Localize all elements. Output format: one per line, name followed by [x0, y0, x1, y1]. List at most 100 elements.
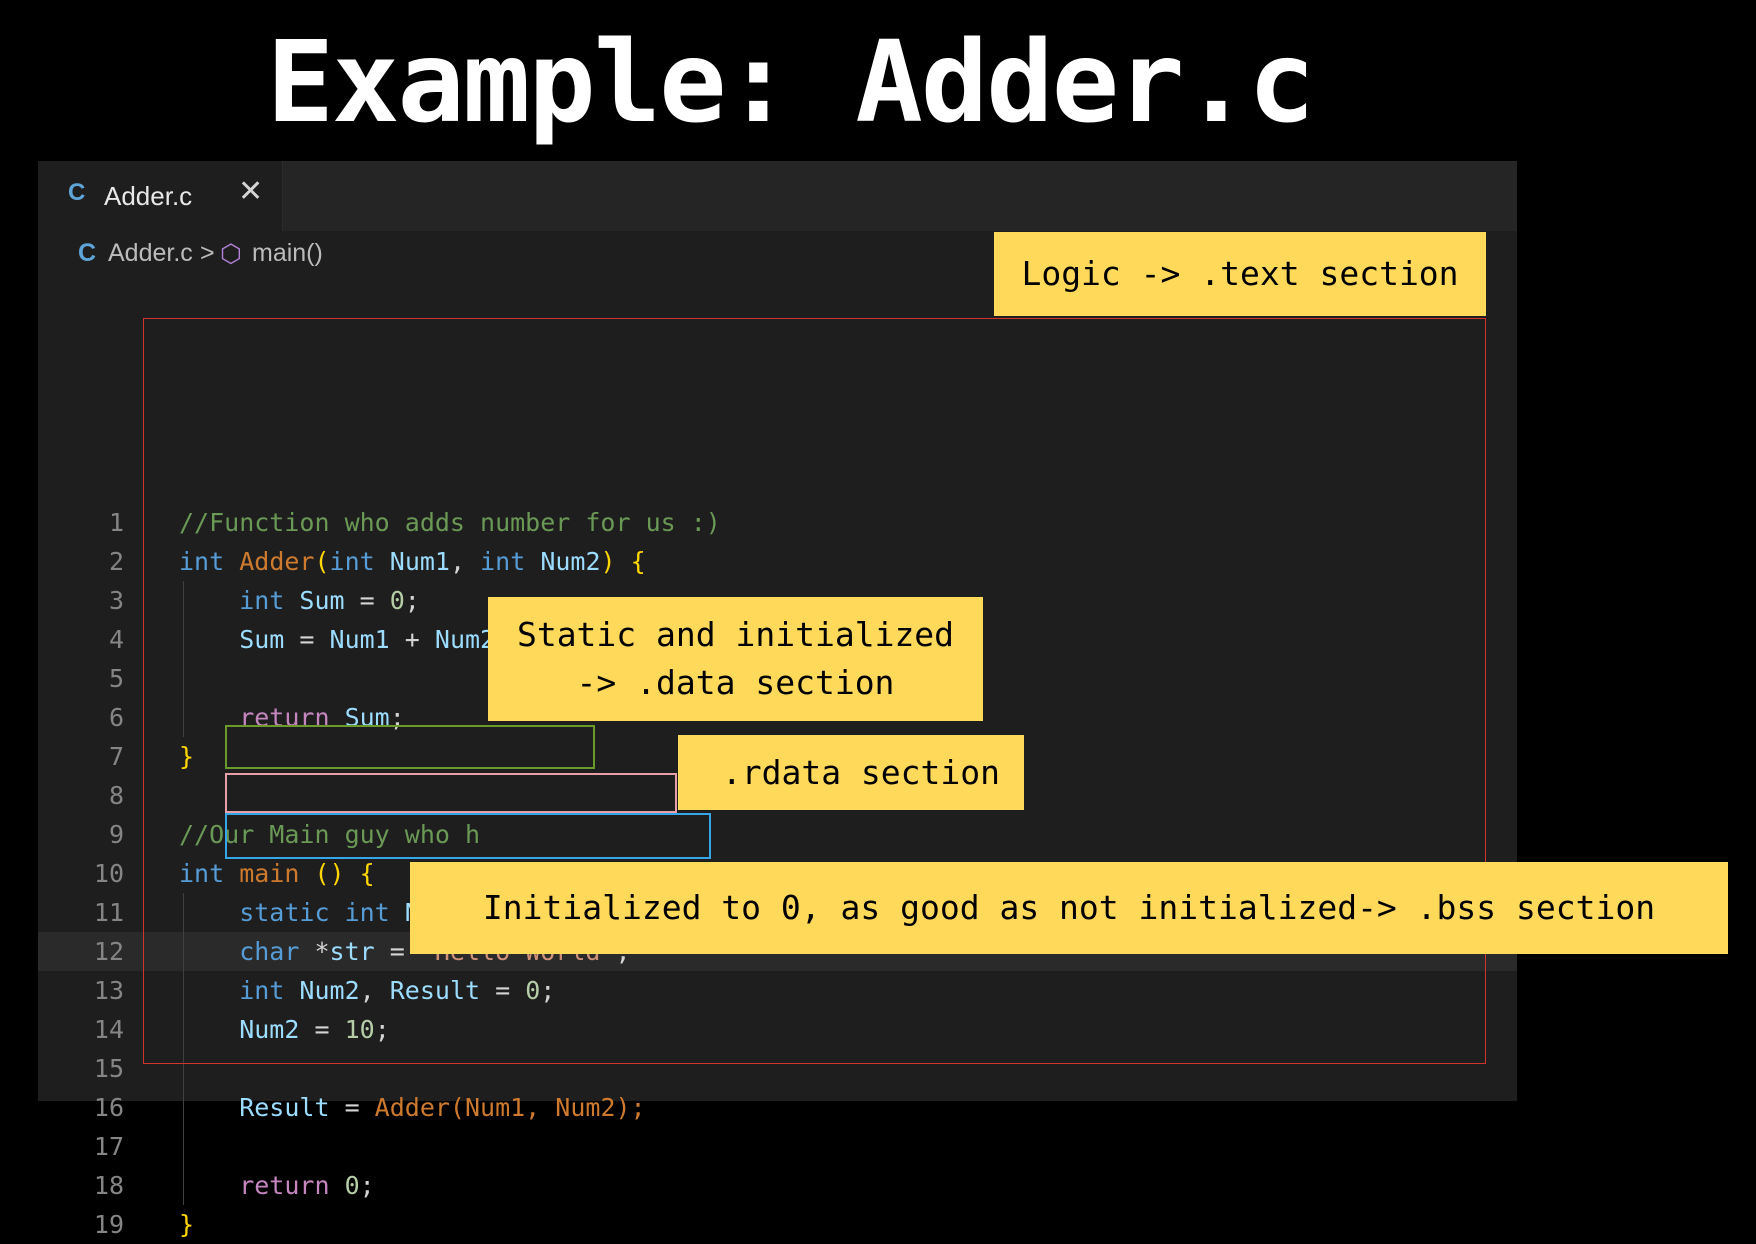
code-line[interactable]: 18 return 0; — [38, 1166, 1517, 1205]
code-token: = — [480, 976, 526, 1005]
code-token: 0 — [389, 586, 405, 615]
line-number: 12 — [93, 937, 124, 966]
code-token: = — [344, 586, 390, 615]
code-token: Adder(Num1, Num2); — [374, 1093, 646, 1122]
slide-title: Example: Adder.c — [266, 18, 1316, 148]
code-line[interactable]: 15 — [38, 1049, 1517, 1088]
code-token: Num2 — [299, 976, 360, 1005]
code-line[interactable]: 13 int Num2, Result = 0; — [38, 971, 1517, 1010]
code-token: , — [449, 547, 481, 576]
code-token: main — [239, 859, 300, 888]
line-code: int main () { — [179, 854, 375, 893]
code-line[interactable]: 9 //Our Main guy who h — [38, 815, 1517, 854]
line-number: 19 — [93, 1210, 124, 1239]
line-number: 6 — [108, 703, 124, 732]
tab-label: Adder.c — [104, 181, 193, 211]
line-number: 7 — [108, 742, 124, 771]
code-token: Num1 — [329, 625, 390, 654]
line-number: 4 — [108, 625, 124, 654]
line-number: 15 — [93, 1054, 124, 1083]
line-code: return 0; — [179, 1166, 375, 1205]
code-token: return — [179, 1171, 345, 1200]
code-token: int — [179, 586, 300, 615]
line-number: 10 — [93, 859, 124, 888]
line-number: 18 — [93, 1171, 124, 1200]
code-token: = — [329, 1093, 375, 1122]
line-code: return Sum; — [179, 698, 405, 737]
code-token: 0 — [344, 1171, 360, 1200]
line-code: //Function who adds number for us :) — [179, 503, 721, 542]
c-file-icon: C — [78, 239, 97, 267]
line-code: Sum = Num1 + Num2; — [179, 620, 510, 659]
line-number: 2 — [108, 547, 124, 576]
code-line[interactable]: 14 Num2 = 10; — [38, 1010, 1517, 1049]
bss-section-label: Initialized to 0, as good as not initial… — [410, 862, 1728, 954]
code-token: Result — [389, 976, 481, 1005]
code-token: 10 — [344, 1015, 375, 1044]
code-token: Num2 — [434, 625, 496, 654]
line-number: 3 — [108, 586, 124, 615]
code-token: str — [329, 937, 375, 966]
line-number: 13 — [93, 976, 124, 1005]
code-token: int — [179, 976, 300, 1005]
line-code: } — [179, 1205, 194, 1244]
line-number: 11 — [93, 898, 124, 927]
code-line[interactable]: 17 — [38, 1127, 1517, 1166]
code-line[interactable]: 19} — [38, 1205, 1517, 1244]
code-line[interactable]: 1 //Function who adds number for us :) — [38, 503, 1517, 542]
code-token: return — [179, 703, 345, 732]
code-token: Num2 — [179, 1015, 300, 1044]
code-token: Sum — [179, 625, 285, 654]
code-token: ; — [540, 976, 556, 1005]
code-token: ; — [374, 1015, 390, 1044]
breadcrumb-symbol[interactable]: main() — [252, 239, 323, 268]
code-token: //Function who adds number for us :) — [179, 508, 721, 537]
close-icon[interactable]: ✕ — [238, 174, 263, 209]
code-token: 0 — [525, 976, 541, 1005]
line-code: } — [179, 737, 194, 776]
line-number: 8 — [108, 781, 124, 810]
line-number: 16 — [93, 1093, 124, 1122]
data-section-label: Static and initialized -> .data section — [488, 597, 983, 721]
tab-bar: C Adder.c ✕ — [38, 161, 1517, 231]
code-token: } — [179, 1210, 195, 1239]
code-token: ; — [404, 586, 420, 615]
line-code: Num2 = 10; — [179, 1010, 390, 1049]
code-line[interactable]: 16 Result = Adder(Num1, Num2); — [38, 1088, 1517, 1127]
code-token: = — [299, 1015, 345, 1044]
code-token: Sum — [344, 703, 390, 732]
code-token: int — [179, 859, 240, 888]
line-number: 5 — [108, 664, 124, 693]
line-code: Result = Adder(Num1, Num2); — [179, 1088, 646, 1127]
tab-adder-c[interactable]: C Adder.c ✕ — [38, 161, 283, 231]
text-section-label: Logic -> .text section — [994, 232, 1486, 316]
code-token: Adder — [239, 547, 315, 576]
breadcrumb-file[interactable]: Adder.c — [108, 239, 193, 268]
code-token: //Our Main guy who h — [179, 820, 481, 849]
code-token: ; — [359, 1171, 375, 1200]
line-number: 9 — [108, 820, 124, 849]
indent-guide — [183, 581, 184, 737]
code-token: , — [359, 976, 390, 1005]
code-token: char — [179, 937, 315, 966]
symbol-method-icon: ⬡ — [220, 240, 242, 268]
c-file-icon: C — [68, 179, 86, 206]
code-token: * — [314, 937, 330, 966]
code-token: = — [284, 625, 330, 654]
code-token: + — [389, 625, 435, 654]
code-line[interactable]: 2 int Adder(int Num1, int Num2) { — [38, 542, 1517, 581]
rdata-section-label: .rdata section — [678, 735, 1024, 810]
code-token: ( — [314, 547, 330, 576]
code-token: Num2 — [540, 547, 601, 576]
code-token: ; — [389, 703, 405, 732]
indent-guide — [183, 893, 184, 1205]
chevron-right-icon: > — [200, 239, 215, 267]
code-token: int — [329, 547, 390, 576]
code-token: int — [480, 547, 541, 576]
line-number: 14 — [93, 1015, 124, 1044]
line-code: int Num2, Result = 0; — [179, 971, 555, 1010]
line-number: 1 — [108, 508, 124, 537]
code-token: static int — [179, 898, 405, 927]
line-number: 17 — [93, 1132, 124, 1161]
code-token: } — [179, 742, 195, 771]
